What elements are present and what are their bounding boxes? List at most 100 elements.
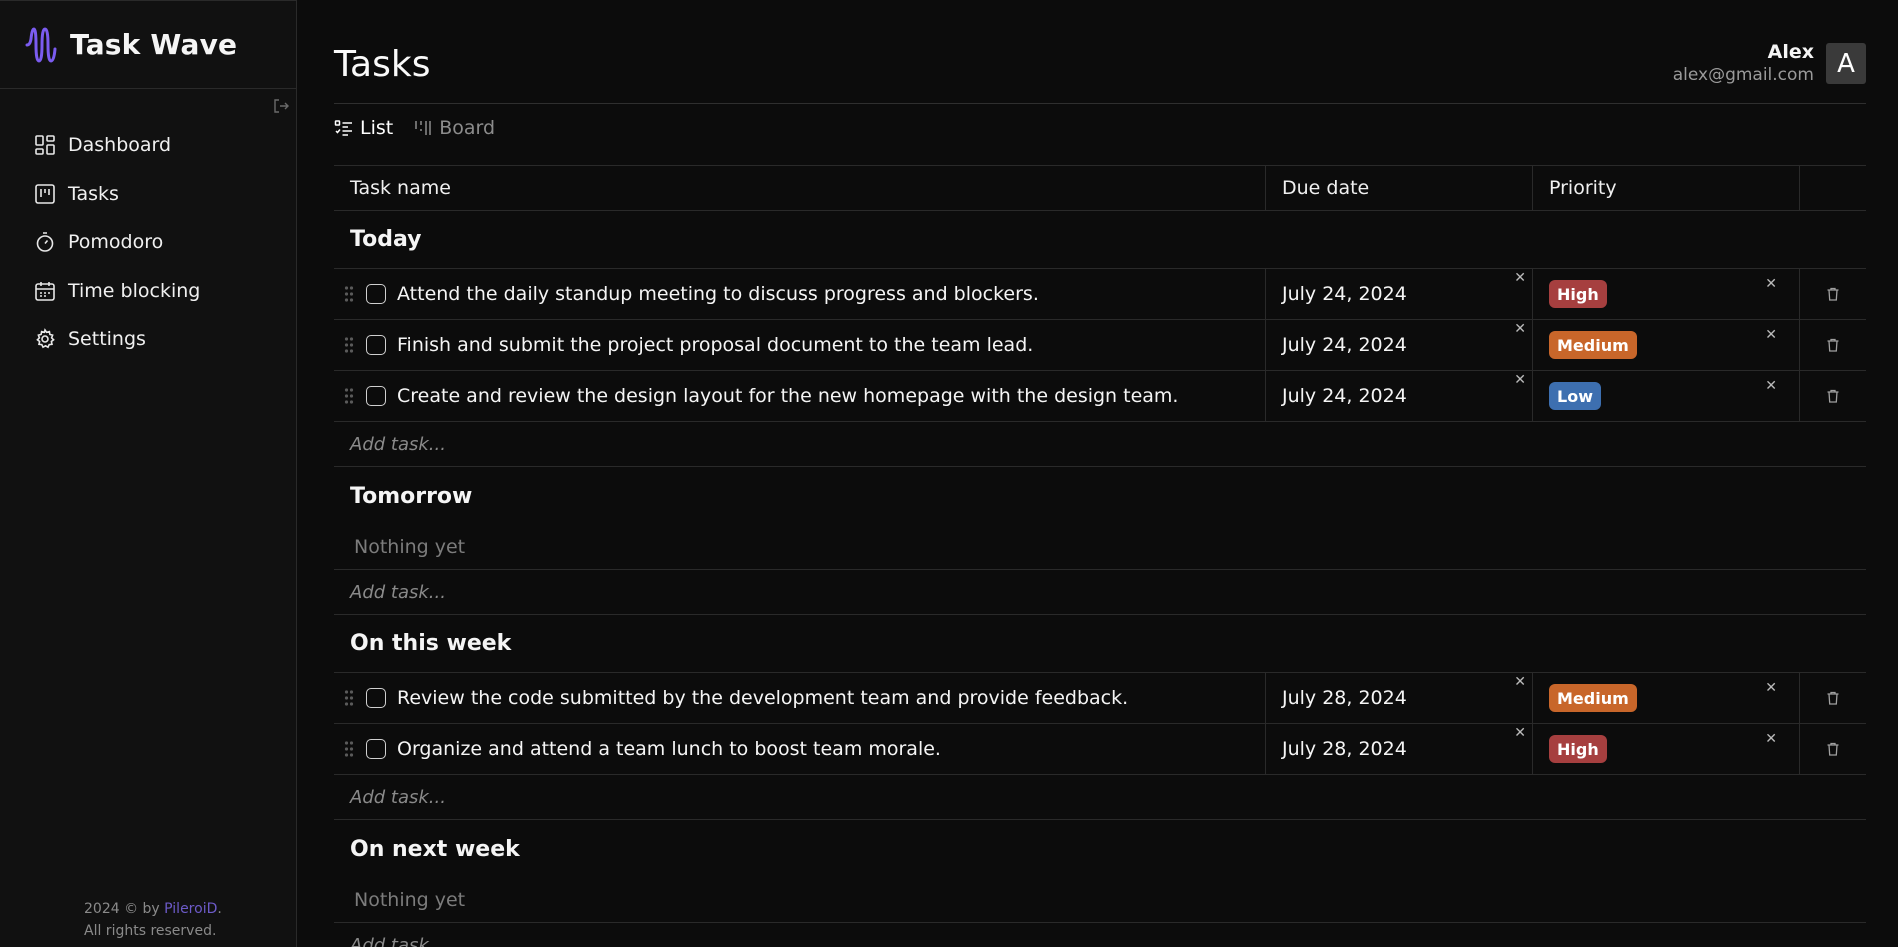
user-email: alex@gmail.com [1672, 65, 1814, 85]
sidebar: Task Wave Dashboard Tasks Pomodoro Time … [0, 0, 297, 947]
drag-handle-icon[interactable] [344, 688, 354, 708]
drag-handle-icon[interactable] [344, 284, 354, 304]
sidebar-item-time-blocking[interactable]: Time blocking [0, 267, 296, 316]
due-date-cell[interactable]: July 28, 2024 ✕ [1266, 673, 1533, 723]
clear-priority-icon[interactable]: ✕ [1765, 328, 1777, 342]
trash-icon[interactable] [1825, 690, 1841, 706]
task-table: Task name Due date Priority Today Attend … [334, 165, 1866, 947]
priority-cell[interactable]: Low ✕ [1533, 371, 1800, 421]
header-divider [334, 103, 1866, 104]
clear-priority-icon[interactable]: ✕ [1765, 681, 1777, 695]
task-name[interactable]: Review the code submitted by the develop… [397, 687, 1128, 709]
task-checkbox[interactable] [366, 739, 386, 759]
task-checkbox[interactable] [366, 688, 386, 708]
collapse-sidebar-icon[interactable] [272, 97, 290, 115]
drag-handle-icon[interactable] [344, 335, 354, 355]
task-name-cell: Organize and attend a team lunch to boos… [334, 724, 1266, 774]
task-checkbox[interactable] [366, 386, 386, 406]
due-date: July 28, 2024 [1282, 687, 1407, 709]
add-task-input[interactable]: Add task... [334, 923, 1866, 947]
view-tab-board[interactable]: Board [413, 117, 495, 139]
clear-date-icon[interactable]: ✕ [1514, 726, 1526, 740]
column-header-actions [1800, 166, 1866, 210]
column-header-task-name: Task name [334, 166, 1266, 210]
task-name[interactable]: Attend the daily standup meeting to disc… [397, 283, 1039, 305]
sidebar-item-settings[interactable]: Settings [0, 315, 296, 364]
trash-icon[interactable] [1825, 741, 1841, 757]
actions-cell [1800, 269, 1866, 319]
sidebar-nav: Dashboard Tasks Pomodoro Time blocking S… [0, 121, 296, 364]
due-date-cell[interactable]: July 28, 2024 ✕ [1266, 724, 1533, 774]
clear-date-icon[interactable]: ✕ [1514, 675, 1526, 689]
avatar[interactable]: A [1826, 43, 1866, 84]
drag-handle-icon[interactable] [344, 386, 354, 406]
trash-icon[interactable] [1825, 388, 1841, 404]
user-info: Alex alex@gmail.com [1673, 40, 1814, 86]
table-row: Review the code submitted by the develop… [334, 673, 1866, 724]
due-date-cell[interactable]: July 24, 2024 ✕ [1266, 320, 1533, 370]
table-header: Task name Due date Priority [334, 165, 1866, 211]
task-name-cell: Create and review the design layout for … [334, 371, 1266, 421]
priority-badge[interactable]: High [1549, 735, 1607, 763]
author-link[interactable]: PileroiD [164, 901, 217, 917]
clear-date-icon[interactable]: ✕ [1514, 373, 1526, 387]
footer-copyright: 2024 © by [84, 901, 165, 917]
app-name: Task Wave [70, 28, 238, 61]
actions-cell [1800, 371, 1866, 421]
priority-badge[interactable]: Low [1549, 382, 1601, 410]
due-date: July 28, 2024 [1282, 738, 1407, 760]
task-name[interactable]: Finish and submit the project proposal d… [397, 334, 1033, 356]
brand[interactable]: Task Wave [0, 1, 296, 89]
task-name-cell: Finish and submit the project proposal d… [334, 320, 1266, 370]
task-name[interactable]: Organize and attend a team lunch to boos… [397, 738, 941, 760]
table-row: Create and review the design layout for … [334, 371, 1866, 422]
view-tab-label: List [360, 117, 394, 139]
task-checkbox[interactable] [366, 335, 386, 355]
clear-date-icon[interactable]: ✕ [1514, 271, 1526, 285]
clear-priority-icon[interactable]: ✕ [1765, 277, 1777, 291]
add-task-input[interactable]: Add task... [334, 422, 1866, 467]
wave-logo-icon [25, 26, 57, 63]
sidebar-item-tasks[interactable]: Tasks [0, 170, 296, 219]
due-date-cell[interactable]: July 24, 2024 ✕ [1266, 269, 1533, 319]
task-name-cell: Review the code submitted by the develop… [334, 673, 1266, 723]
group-title: Tomorrow [350, 483, 473, 509]
table-row: Attend the daily standup meeting to disc… [334, 269, 1866, 320]
task-checkbox[interactable] [366, 284, 386, 304]
sidebar-item-label: Settings [68, 328, 146, 351]
trash-icon[interactable] [1825, 286, 1841, 302]
priority-cell[interactable]: Medium ✕ [1533, 673, 1800, 723]
column-header-priority: Priority [1533, 166, 1800, 210]
clear-priority-icon[interactable]: ✕ [1765, 732, 1777, 746]
due-date: July 24, 2024 [1282, 334, 1407, 356]
sidebar-footer: 2024 © by PileroiD. All rights reserved. [84, 898, 222, 942]
gear-icon [36, 328, 55, 349]
empty-state: Nothing yet [334, 525, 1866, 570]
priority-cell[interactable]: High ✕ [1533, 269, 1800, 319]
priority-cell[interactable]: High ✕ [1533, 724, 1800, 774]
add-task-input[interactable]: Add task... [334, 570, 1866, 615]
view-tab-list[interactable]: List [334, 117, 393, 139]
table-row: Organize and attend a team lunch to boos… [334, 724, 1866, 775]
clear-priority-icon[interactable]: ✕ [1765, 379, 1777, 393]
priority-badge[interactable]: Medium [1549, 331, 1637, 359]
list-icon [334, 120, 352, 136]
add-task-input[interactable]: Add task... [334, 775, 1866, 820]
task-groups: Today Attend the daily standup meeting to… [334, 211, 1866, 947]
page-title: Tasks [334, 44, 431, 85]
sidebar-item-pomodoro[interactable]: Pomodoro [0, 218, 296, 267]
sidebar-item-label: Tasks [68, 182, 119, 205]
due-date-cell[interactable]: July 24, 2024 ✕ [1266, 371, 1533, 421]
sidebar-item-label: Time blocking [68, 279, 201, 302]
priority-badge[interactable]: Medium [1549, 684, 1637, 712]
calendar-icon [35, 281, 55, 301]
clear-date-icon[interactable]: ✕ [1514, 322, 1526, 336]
due-date: July 24, 2024 [1282, 385, 1407, 407]
sidebar-item-dashboard[interactable]: Dashboard [0, 121, 296, 170]
priority-cell[interactable]: Medium ✕ [1533, 320, 1800, 370]
task-name[interactable]: Create and review the design layout for … [397, 385, 1178, 407]
footer-rights: All rights reserved. [84, 923, 217, 939]
trash-icon[interactable] [1825, 337, 1841, 353]
priority-badge[interactable]: High [1549, 280, 1607, 308]
drag-handle-icon[interactable] [344, 739, 354, 759]
